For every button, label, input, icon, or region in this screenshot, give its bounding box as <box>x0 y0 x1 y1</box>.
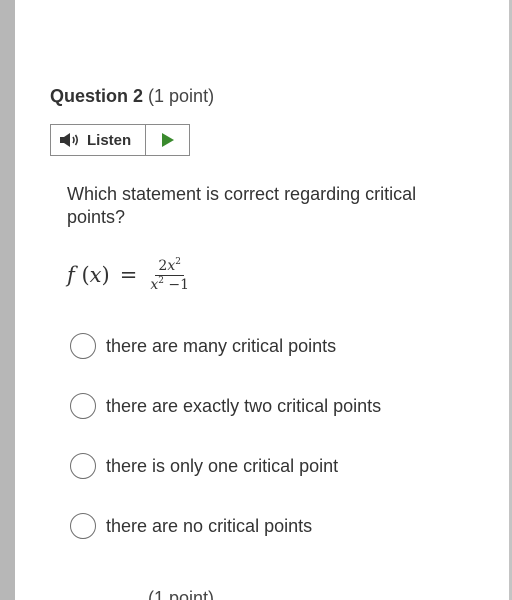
left-border-bar <box>0 0 15 600</box>
next-question-header: (1 point) <box>50 588 214 600</box>
function-formula: f (x) = 2x2 x2 −1 <box>67 250 192 300</box>
play-icon <box>161 133 174 147</box>
formula-denominator: x2 −1 <box>150 275 190 293</box>
radio-button[interactable] <box>70 333 96 359</box>
question-points: (1 point) <box>148 86 215 106</box>
answer-option-label: there are no critical points <box>106 515 313 536</box>
radio-button[interactable] <box>70 393 96 419</box>
play-button[interactable] <box>146 125 189 155</box>
answer-option[interactable]: there is only one critical point <box>70 453 338 479</box>
question-header: Question 2 (1 point) <box>50 86 214 107</box>
formula-equals: = <box>119 263 138 287</box>
radio-button[interactable] <box>70 453 96 479</box>
answer-option-label: there are exactly two critical points <box>106 395 382 416</box>
question-title: Question 2 <box>50 86 144 106</box>
listen-button[interactable]: Listen <box>51 125 146 155</box>
speaker-icon <box>60 133 79 147</box>
answer-option[interactable]: there are no critical points <box>70 513 312 539</box>
answer-option[interactable]: there are many critical points <box>70 333 336 359</box>
listen-label: Listen <box>87 131 132 149</box>
next-question-points: (1 point) <box>148 588 215 600</box>
formula-numerator: 2x2 <box>155 257 184 276</box>
question-prompt: Which statement is correct regarding cri… <box>67 184 417 227</box>
radio-button[interactable] <box>70 513 96 539</box>
answer-option-label: there is only one critical point <box>106 455 339 476</box>
listen-widget: Listen <box>50 124 190 156</box>
answer-option[interactable]: there are exactly two critical points <box>70 393 381 419</box>
answer-option-label: there are many critical points <box>106 335 337 356</box>
formula-lhs: f (x) <box>67 263 110 287</box>
formula-fraction: 2x2 x2 −1 <box>147 257 192 293</box>
